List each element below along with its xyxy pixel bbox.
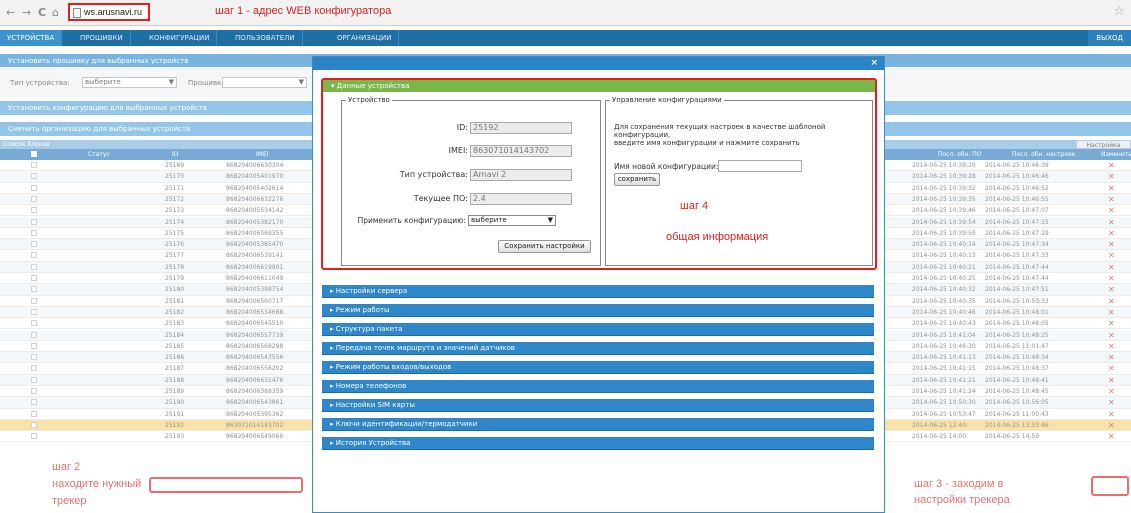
url-text: ws.arusnavi.ru (84, 7, 143, 17)
tab-firmware[interactable]: ПРОШИВКИ (73, 30, 131, 46)
accordion-item[interactable]: ▸ Ключи идентификации/термодатчики (322, 418, 874, 431)
accordion-item-label: Номера телефонов (335, 382, 407, 390)
home-icon[interactable]: ⌂ (52, 6, 59, 19)
tab-configurations[interactable]: КОНФИГУРАЦИИ (142, 30, 218, 46)
accordion-item[interactable]: ▸ История Устройства (322, 437, 874, 450)
address-bar[interactable]: ws.arusnavi.ru (68, 3, 150, 21)
tab-users[interactable]: ПОЛЬЗОВАТЕЛИ (228, 30, 303, 46)
accordion-item[interactable]: ▸ Настройки SIM карты (322, 399, 874, 412)
accordion-item-label: Режим работы входов/выходов (335, 363, 452, 371)
bookmark-star-icon[interactable]: ☆ (1113, 4, 1125, 19)
forward-icon[interactable]: → (22, 6, 31, 19)
accordion-item-label: История Устройства (335, 439, 411, 447)
highlight-device-data (321, 78, 877, 270)
accordion-item-label: Передача точек маршрута и значений датчи… (335, 344, 515, 352)
exit-button[interactable]: ВЫХОД (1088, 30, 1131, 46)
accordion-item-label: Структура пакета (335, 325, 403, 333)
accordion-item-label: Настройки сервера (335, 287, 408, 295)
accordion-item[interactable]: ▸ Передача точек маршрута и значений дат… (322, 342, 874, 355)
modal-header (313, 57, 884, 70)
main-menu: УСТРОЙСТВА ПРОШИВКИ КОНФИГУРАЦИИ ПОЛЬЗОВ… (0, 30, 1131, 46)
annotation-step1: шаг 1 - адрес WEB конфигуратора (215, 5, 392, 17)
accordion-item[interactable]: ▸ Настройки сервера (322, 285, 874, 298)
tab-organizations[interactable]: ОРГАНИЗАЦИИ (330, 30, 400, 46)
tab-devices[interactable]: УСТРОЙСТВА (0, 30, 63, 46)
accordion-item-label: Режим работы (335, 306, 390, 314)
page-icon (73, 8, 81, 18)
reload-icon[interactable]: C (38, 6, 46, 19)
close-icon[interactable]: × (870, 58, 878, 68)
browser-toolbar: ← → C ⌂ ws.arusnavi.ru шаг 1 - адрес WEB… (0, 0, 1131, 26)
accordion-item-label: Ключи идентификации/термодатчики (335, 420, 478, 428)
accordion-item[interactable]: ▸ Номера телефонов (322, 380, 874, 393)
accordion-item-label: Настройки SIM карты (335, 401, 415, 409)
accordion-item[interactable]: ▸ Режим работы (322, 304, 874, 317)
accordion-item[interactable]: ▸ Режим работы входов/выходов (322, 361, 874, 374)
accordion-item[interactable]: ▸ Структура пакета (322, 323, 874, 336)
back-icon[interactable]: ← (6, 6, 15, 19)
